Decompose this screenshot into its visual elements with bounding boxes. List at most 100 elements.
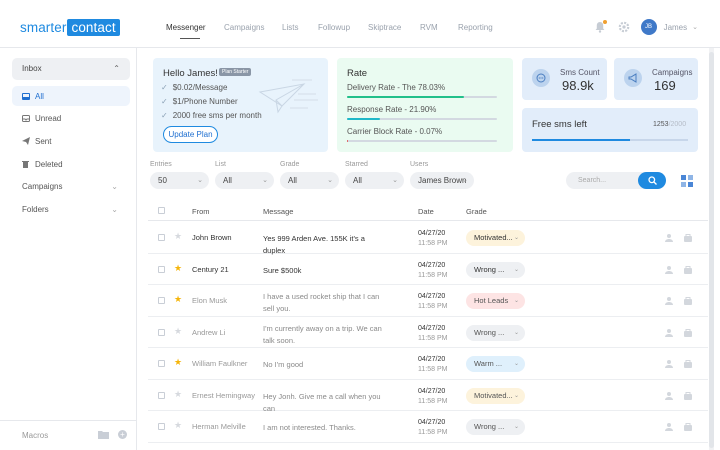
notification-dot bbox=[602, 20, 607, 24]
users-select[interactable]: James Brown ⌄ bbox=[410, 172, 474, 189]
table-row[interactable]: ★ Ernest Hemingway Hey Jonh. Give me a c… bbox=[148, 380, 708, 413]
grade-select[interactable]: Warm ... ⌄ bbox=[466, 356, 525, 372]
grid-view-icon[interactable] bbox=[680, 174, 694, 188]
star-icon[interactable]: ★ bbox=[174, 420, 182, 431]
star-icon[interactable]: ★ bbox=[174, 263, 182, 274]
row-date-day: 04/27/20 bbox=[418, 261, 446, 269]
archive-icon[interactable] bbox=[683, 359, 693, 368]
entries-select[interactable]: 50 ⌄ bbox=[150, 172, 209, 189]
archive-icon[interactable] bbox=[683, 328, 693, 337]
nav-messenger[interactable]: Messenger bbox=[166, 0, 214, 48]
assign-user-icon[interactable] bbox=[665, 328, 675, 337]
row-checkbox[interactable] bbox=[158, 360, 165, 367]
list-select[interactable]: All ⌄ bbox=[215, 172, 274, 189]
search-input[interactable]: Search... bbox=[566, 172, 666, 189]
row-date: 04/27/20 11:58 PM bbox=[418, 387, 447, 407]
update-plan-button[interactable]: Update Plan bbox=[163, 126, 218, 143]
table-row[interactable]: ★ Elon Musk I have a used rocket ship th… bbox=[148, 285, 708, 317]
archive-icon[interactable] bbox=[683, 296, 693, 305]
grade-label: Motivated... bbox=[474, 233, 513, 242]
sidebar-group-folders[interactable]: Folders ⌄ bbox=[22, 205, 118, 214]
column-header-grade[interactable]: Grade bbox=[466, 207, 487, 216]
row-from: Ernest Hemingway bbox=[192, 390, 255, 400]
nav-rvm[interactable]: RVM bbox=[420, 0, 440, 48]
table-row[interactable]: ★ Herman Melville I am not interested. T… bbox=[148, 411, 708, 443]
sidebar-item-sent[interactable]: Sent bbox=[12, 131, 130, 151]
archive-icon[interactable] bbox=[683, 265, 693, 274]
folder-icon[interactable] bbox=[98, 430, 109, 441]
row-checkbox[interactable] bbox=[158, 328, 165, 336]
nav-lists[interactable]: Lists bbox=[282, 0, 298, 48]
grade-select[interactable]: Wrong ... ⌄ bbox=[466, 419, 525, 435]
gear-icon[interactable] bbox=[617, 20, 631, 34]
avatar[interactable]: JB bbox=[640, 19, 657, 35]
grade-select[interactable]: Wrong ... ⌄ bbox=[466, 324, 525, 341]
grade-select[interactable]: Motivated... ⌄ bbox=[466, 230, 525, 246]
archive-icon[interactable] bbox=[683, 233, 693, 242]
row-date-day: 04/27/20 bbox=[418, 419, 446, 426]
column-header-from[interactable]: From bbox=[192, 207, 210, 216]
nav-reporting[interactable]: Reporting bbox=[458, 0, 494, 48]
assign-user-icon[interactable] bbox=[665, 391, 675, 400]
assign-user-icon[interactable] bbox=[665, 360, 675, 368]
scrollbar-thumb[interactable] bbox=[709, 52, 714, 448]
users-value: James Brown bbox=[418, 176, 467, 185]
archive-icon[interactable] bbox=[683, 422, 693, 431]
sidebar-item-all[interactable]: All bbox=[12, 86, 130, 106]
star-icon[interactable]: ★ bbox=[174, 326, 182, 337]
star-icon[interactable]: ★ bbox=[174, 231, 182, 242]
grade-select[interactable]: Motivated... ⌄ bbox=[466, 387, 525, 404]
grade-label: Motivated... bbox=[474, 390, 513, 400]
star-icon[interactable]: ★ bbox=[174, 357, 182, 368]
inbox-header[interactable]: Inbox ⌃ bbox=[12, 58, 130, 80]
column-header-message[interactable]: Message bbox=[263, 207, 293, 216]
starred-select[interactable]: All ⌄ bbox=[345, 172, 404, 189]
row-checkbox[interactable] bbox=[158, 234, 165, 241]
list-value: All bbox=[223, 176, 232, 185]
sidebar-item-deleted[interactable]: Deleted bbox=[12, 154, 130, 174]
send-icon bbox=[22, 137, 34, 145]
starred-label: Starred bbox=[345, 161, 368, 168]
row-date-time: 11:58 PM bbox=[418, 240, 448, 247]
table-row[interactable]: ★ Andrew Li I'm currently away on a trip… bbox=[148, 317, 708, 348]
search-button[interactable] bbox=[638, 172, 666, 189]
archive-icon[interactable] bbox=[683, 391, 693, 400]
macros-label[interactable]: Macros bbox=[22, 431, 48, 440]
row-checkbox[interactable] bbox=[158, 391, 165, 399]
nav-campaigns[interactable]: Campaigns bbox=[224, 0, 264, 48]
row-checkbox[interactable] bbox=[158, 423, 165, 430]
nav-skiptrace[interactable]: Skiptrace bbox=[368, 0, 401, 48]
column-header-date[interactable]: Date bbox=[418, 207, 434, 216]
users-label: Users bbox=[410, 161, 429, 168]
sidebar-group-campaigns[interactable]: Campaigns ⌄ bbox=[22, 182, 118, 191]
nav-followup[interactable]: Followup bbox=[318, 0, 350, 48]
assign-user-icon[interactable] bbox=[665, 265, 675, 274]
assign-user-icon[interactable] bbox=[665, 297, 675, 305]
table-row[interactable]: ★ John Brown Yes 999 Arden Ave. 155K it'… bbox=[148, 222, 708, 255]
grade-select[interactable]: Hot Leads ⌄ bbox=[466, 293, 525, 309]
row-date-time: 11:58 PM bbox=[418, 429, 448, 436]
chevron-down-icon[interactable]: ⌄ bbox=[692, 23, 698, 31]
bell-icon[interactable] bbox=[593, 20, 607, 34]
select-all-checkbox[interactable] bbox=[158, 207, 165, 214]
user-name[interactable]: James bbox=[664, 23, 688, 32]
add-icon[interactable]: + bbox=[118, 430, 127, 439]
assign-user-icon[interactable] bbox=[665, 423, 675, 431]
row-date-time: 11:58 PM bbox=[418, 397, 448, 405]
row-checkbox[interactable] bbox=[158, 297, 165, 304]
star-icon[interactable]: ★ bbox=[174, 389, 182, 400]
assign-user-icon[interactable] bbox=[665, 234, 675, 242]
table-row[interactable]: ★ Century 21 Sure $500k 04/27/20 11:58 PM… bbox=[148, 254, 708, 285]
star-icon[interactable]: ★ bbox=[174, 294, 182, 305]
grade-select[interactable]: All ⌄ bbox=[280, 172, 339, 189]
grade-select[interactable]: Wrong ... ⌄ bbox=[466, 261, 525, 278]
row-checkbox[interactable] bbox=[158, 265, 165, 273]
scrollbar[interactable] bbox=[709, 48, 714, 450]
row-from: Andrew Li bbox=[192, 327, 226, 337]
logo[interactable]: smarter contact bbox=[20, 19, 120, 36]
plan-feature: ✓ $0.02/Message bbox=[161, 83, 227, 92]
carrier-block-rate-track bbox=[347, 140, 497, 142]
sidebar-item-unread[interactable]: Unread bbox=[12, 108, 130, 128]
sms-count-value: 98.9k bbox=[562, 78, 594, 93]
table-row[interactable]: ★ William Faulkner No I'm good 04/27/20 1… bbox=[148, 348, 708, 380]
